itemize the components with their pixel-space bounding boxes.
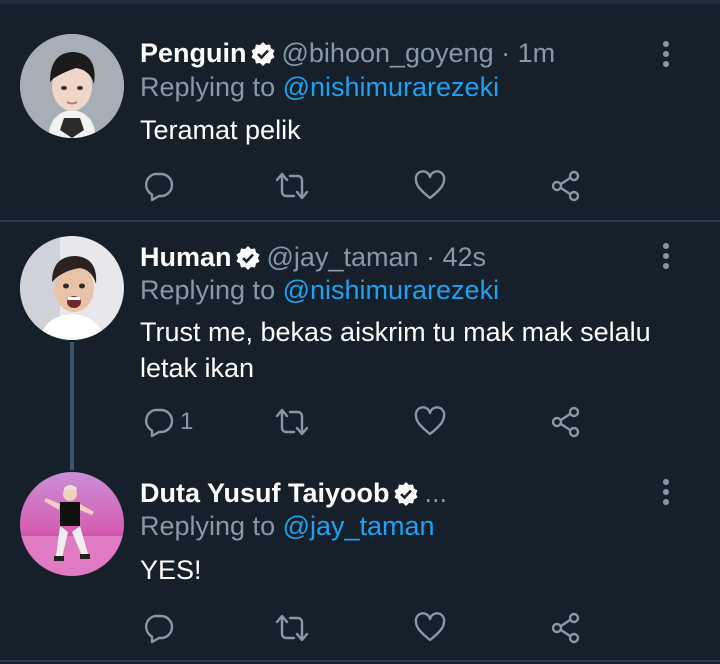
like-button[interactable] [414, 168, 446, 204]
reply-button[interactable] [142, 610, 180, 646]
replying-prefix: Replying to [140, 511, 283, 541]
tweet-header: Penguin @bihoon_goyeng · 1m [140, 36, 555, 70]
tweet-text: Trust me, bekas aiskrim tu mak mak selal… [140, 317, 651, 383]
reply-icon [142, 612, 174, 644]
more-vertical-icon[interactable] [656, 40, 676, 70]
share-button[interactable] [550, 404, 582, 440]
share-icon [550, 612, 582, 644]
tweet-text: Teramat pelik [140, 115, 301, 145]
tweet-divider [0, 220, 720, 222]
replying-to: Replying to @nishimurarezeki [140, 70, 499, 104]
retweet-button[interactable] [274, 610, 310, 646]
avatar[interactable] [20, 236, 124, 340]
share-button[interactable] [550, 168, 582, 204]
avatar[interactable] [20, 472, 124, 576]
bottom-divider [0, 660, 720, 662]
retweet-icon [274, 612, 310, 644]
replying-to: Replying to @nishimurarezeki [140, 273, 499, 307]
timestamp[interactable]: 42s [443, 242, 487, 272]
retweet-button[interactable] [274, 168, 310, 204]
handle[interactable]: @bihoon_goyeng [282, 38, 494, 68]
reply-count: 1 [180, 408, 194, 435]
replying-to: Replying to @jay_taman [140, 509, 435, 543]
reply-button[interactable]: 1 [142, 404, 193, 440]
tweet-header: Human @jay_taman · 42s [140, 240, 486, 274]
reply-button[interactable] [142, 168, 180, 204]
display-name[interactable]: Penguin [140, 38, 247, 68]
time-separator: · [418, 242, 443, 272]
action-bar [140, 610, 700, 646]
share-icon [550, 170, 582, 202]
share-button[interactable] [550, 610, 582, 646]
action-bar: 1 [140, 404, 700, 440]
replying-mention-link[interactable]: @jay_taman [283, 511, 435, 541]
action-bar [140, 168, 700, 204]
like-icon [414, 612, 446, 644]
replying-mention-link[interactable]: @nishimurarezeki [283, 72, 499, 102]
time-separator: · [493, 38, 518, 68]
thread-connector [70, 342, 74, 470]
reply-icon [142, 170, 174, 202]
handle[interactable]: @jay_taman [267, 242, 419, 272]
retweet-icon [274, 170, 310, 202]
tweet-header: Duta Yusuf Taiyoob ... [140, 476, 447, 510]
more-vertical-icon[interactable] [656, 242, 676, 272]
retweet-icon [274, 406, 310, 438]
tweet-text: YES! [140, 555, 202, 585]
like-icon [414, 170, 446, 202]
display-name[interactable]: Human [140, 242, 232, 272]
like-icon [414, 406, 446, 438]
display-name[interactable]: Duta Yusuf Taiyoob [140, 478, 390, 508]
replying-prefix: Replying to [140, 72, 283, 102]
replying-prefix: Replying to [140, 275, 283, 305]
like-button[interactable] [414, 610, 446, 646]
handle-truncated[interactable]: ... [425, 478, 448, 508]
more-vertical-icon[interactable] [656, 478, 676, 508]
timestamp[interactable]: 1m [518, 38, 556, 68]
share-icon [550, 406, 582, 438]
retweet-button[interactable] [274, 404, 310, 440]
reply-icon [142, 406, 174, 438]
like-button[interactable] [414, 404, 446, 440]
top-divider [0, 0, 720, 4]
avatar[interactable] [20, 34, 124, 138]
replying-mention-link[interactable]: @nishimurarezeki [283, 275, 499, 305]
